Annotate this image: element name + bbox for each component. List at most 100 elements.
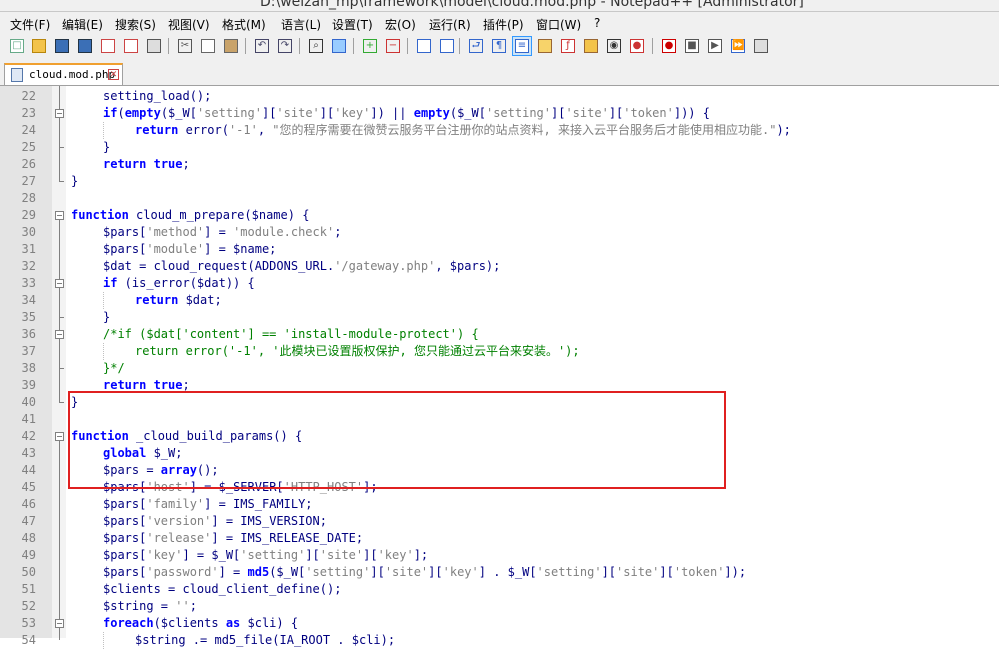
find-icon[interactable]: ⌕ <box>307 37 325 55</box>
zoom-in-icon[interactable]: + <box>361 37 379 55</box>
code-token: ][ <box>601 565 617 579</box>
code-token: 'key' <box>146 548 183 562</box>
code-token: $dat = cloud_request(ADDONS_URL. <box>103 259 335 273</box>
code-token: if <box>103 276 118 290</box>
code-token: true <box>153 157 183 171</box>
code-token: cloud_m_prepare($name) { <box>128 208 310 222</box>
stop-macro-icon[interactable]: ■ <box>683 37 701 55</box>
document-map-icon[interactable]: ◉ <box>605 37 623 55</box>
code-text: return error('-1', "您的程序需要在微赞云服务平台注册你的站点… <box>135 122 791 139</box>
code-text: $pars['password'] = md5($_W['setting']['… <box>103 564 746 581</box>
save-icon[interactable] <box>53 37 71 55</box>
monitor-icon[interactable]: ● <box>628 37 646 55</box>
play-macro-icon[interactable]: ▶ <box>706 37 724 55</box>
code-token: ($_W[ <box>449 106 486 120</box>
code-token: 'setting' <box>240 548 306 562</box>
close-all-icon[interactable] <box>122 37 140 55</box>
code-token: 'setting' <box>196 106 262 120</box>
line-number: 43 <box>21 446 36 460</box>
line-number: 22 <box>21 89 36 103</box>
new-file-icon[interactable]: □ <box>8 37 26 55</box>
menu-item-8[interactable]: 运行(R) <box>429 16 471 33</box>
line-number: 26 <box>21 157 36 171</box>
code-text: } <box>103 139 110 156</box>
zoom-out-icon[interactable]: − <box>384 37 402 55</box>
code-token: , <box>257 123 273 137</box>
menu-item-0[interactable]: 文件(F) <box>10 16 50 33</box>
menu-item-11[interactable]: ? <box>594 16 600 30</box>
menu-item-9[interactable]: 插件(P) <box>483 16 524 33</box>
menu-item-3[interactable]: 视图(V) <box>168 16 210 33</box>
undo-icon[interactable]: ↶ <box>253 37 271 55</box>
menu-item-7[interactable]: 宏(O) <box>385 16 416 33</box>
code-token: ] = IMS_VERSION; <box>211 514 327 528</box>
sync-horizontal-icon[interactable] <box>438 37 456 55</box>
code-token: $pars[ <box>103 497 147 511</box>
code-line: 22 setting_load(); <box>0 88 999 105</box>
line-number: 50 <box>21 565 36 579</box>
print-icon[interactable] <box>145 37 163 55</box>
code-text: $pars['version'] = IMS_VERSION; <box>103 513 327 530</box>
code-line: 32 $dat = cloud_request(ADDONS_URL.'/gate… <box>0 258 999 275</box>
code-token: return <box>103 378 147 392</box>
line-number: 49 <box>21 548 36 562</box>
code-line: 24 return error('-1', "您的程序需要在微赞云服务平台注册你的… <box>0 122 999 139</box>
redo-icon[interactable]: ↷ <box>276 37 294 55</box>
open-file-icon[interactable] <box>30 37 48 55</box>
code-line: 35} <box>0 309 999 326</box>
paste-icon[interactable] <box>222 37 240 55</box>
code-token: }*/ <box>103 361 125 375</box>
code-token: as <box>225 616 241 630</box>
code-token: ] = <box>218 565 248 579</box>
code-token: ][ <box>363 548 378 562</box>
code-token: 'release' <box>146 531 212 545</box>
menu-item-2[interactable]: 搜索(S) <box>115 16 156 33</box>
code-text: $pars['key'] = $_W['setting']['site']['k… <box>103 547 428 564</box>
close-tab-icon[interactable]: ✕ <box>108 69 119 80</box>
save-all-icon[interactable] <box>76 37 94 55</box>
folder-workspace-icon[interactable] <box>582 37 600 55</box>
function-list-icon[interactable]: ƒ <box>559 37 577 55</box>
copy-icon[interactable] <box>199 37 217 55</box>
replace-icon[interactable] <box>330 37 348 55</box>
line-number: 31 <box>21 242 36 256</box>
code-token: 'setting' <box>536 565 602 579</box>
menu-item-1[interactable]: 编辑(E) <box>62 16 103 33</box>
code-text: $pars['release'] = IMS_RELEASE_DATE; <box>103 530 363 547</box>
line-number: 47 <box>21 514 36 528</box>
menu-item-6[interactable]: 设置(T) <box>332 16 373 33</box>
record-macro-icon[interactable]: ● <box>660 37 678 55</box>
run-macro-multiple-icon[interactable]: ⏩ <box>729 37 747 55</box>
toolbar-separator <box>652 38 653 54</box>
menu-item-5[interactable]: 语言(L) <box>281 16 321 33</box>
code-token: return error('-1', '此模块已设置版权保护, 您只能通过云平台… <box>135 344 580 358</box>
toolbar-separator <box>407 38 408 54</box>
menu-item-10[interactable]: 窗口(W) <box>536 16 581 33</box>
code-line: 33 if (is_error($dat)) { <box>0 275 999 292</box>
save-macro-icon[interactable] <box>752 37 770 55</box>
code-line: 49 $pars['key'] = $_W['setting']['site'][… <box>0 547 999 564</box>
code-editor[interactable]: 22 setting_load(); 23 if(empty($_W['setting… <box>0 86 999 649</box>
code-token: ][ <box>305 548 320 562</box>
code-token: ]); <box>724 565 747 579</box>
close-icon[interactable] <box>99 37 117 55</box>
code-token: md5 <box>247 565 270 579</box>
line-number: 44 <box>21 463 36 477</box>
sync-vertical-icon[interactable] <box>415 37 433 55</box>
cut-icon[interactable]: ✂ <box>176 37 194 55</box>
code-line: 53 foreach($clients as $cli) { <box>0 615 999 632</box>
code-token: 'site' <box>384 565 429 579</box>
code-token: ($_W[ <box>269 565 306 579</box>
word-wrap-icon[interactable]: ⮐ <box>467 37 485 55</box>
code-area[interactable]: 22 setting_load(); 23 if(empty($_W['setting… <box>0 86 999 649</box>
show-all-characters-icon[interactable]: ¶ <box>490 37 508 55</box>
indent-guide-icon[interactable]: ≡ <box>512 36 532 56</box>
code-line: 46 $pars['family'] = IMS_FAMILY; <box>0 496 999 513</box>
menu-item-4[interactable]: 格式(M) <box>222 16 266 33</box>
code-line: 38}*/ <box>0 360 999 377</box>
code-token: 'site' <box>319 548 364 562</box>
code-token: ][ <box>261 106 277 120</box>
tab-cloud-mod-php[interactable]: cloud.mod.php ✕ <box>4 63 123 85</box>
user-language-icon[interactable] <box>536 37 554 55</box>
